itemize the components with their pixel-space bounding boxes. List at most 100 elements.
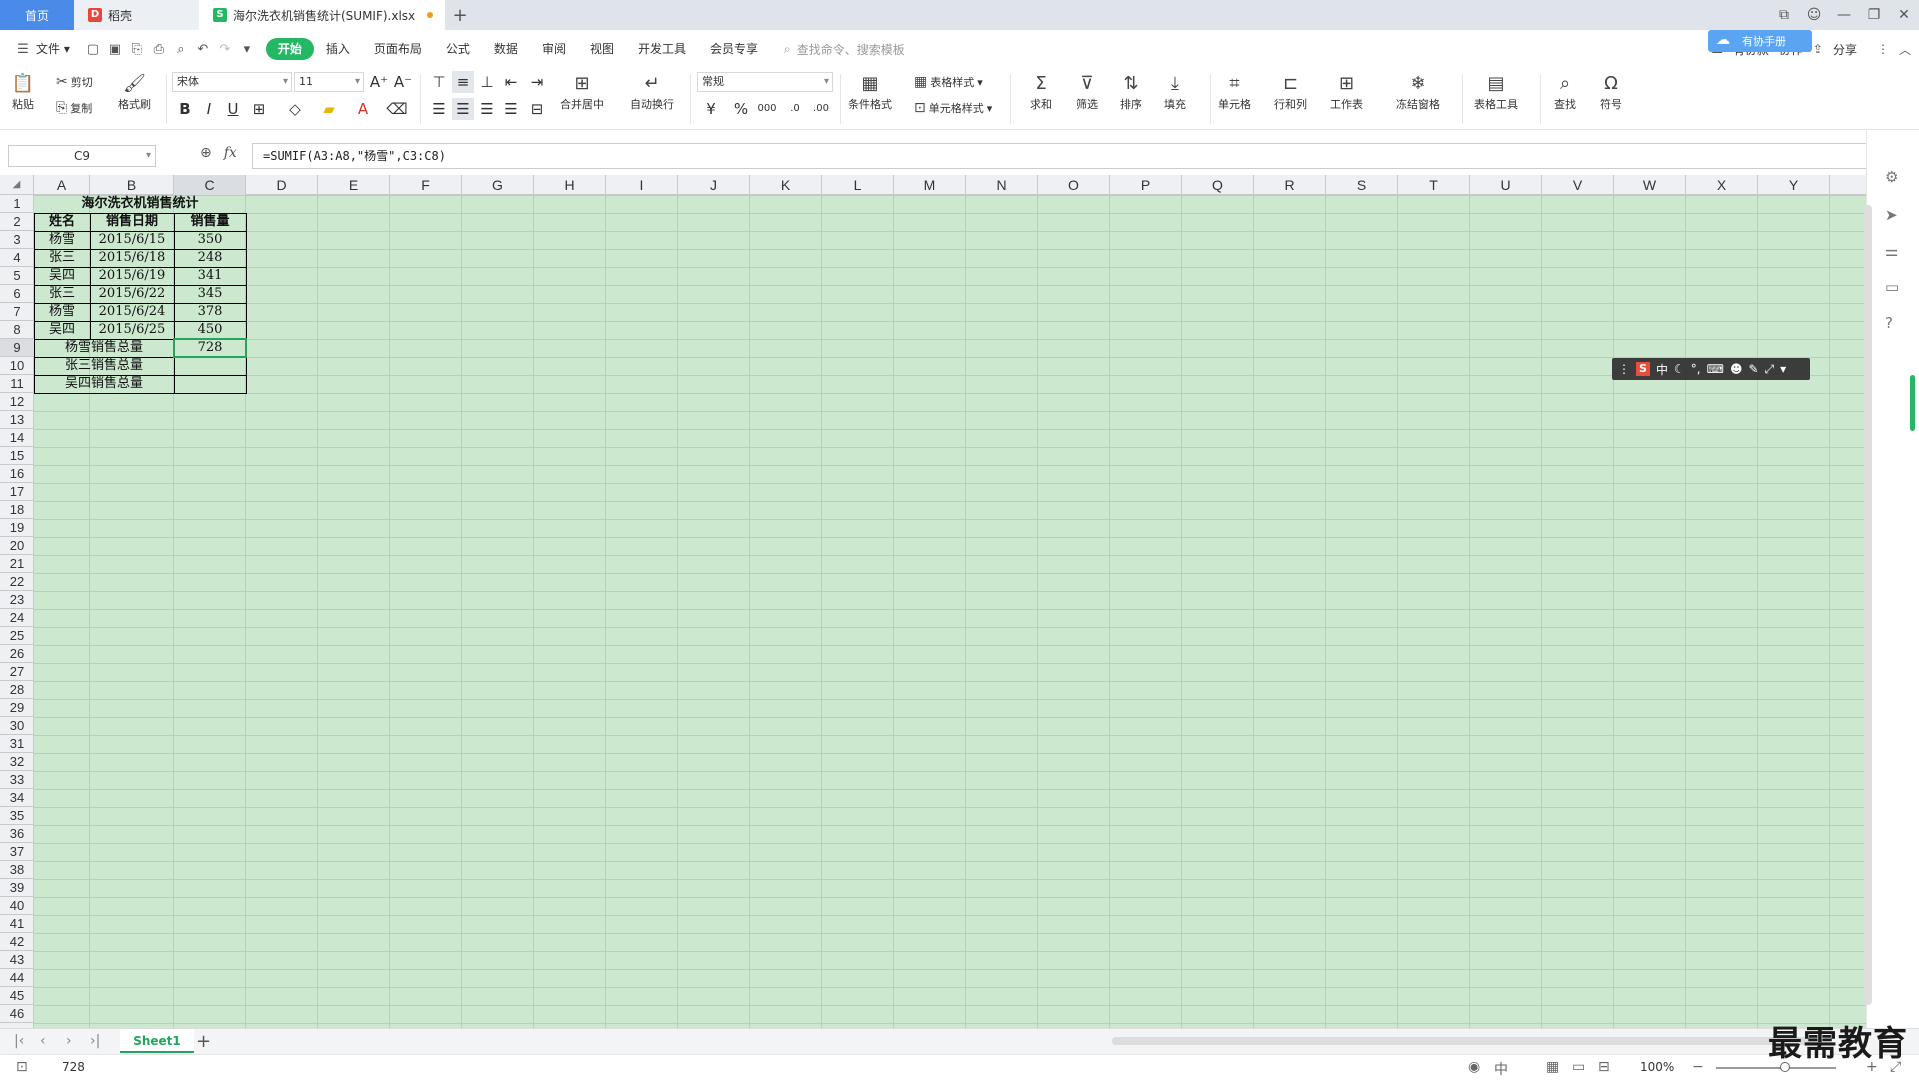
italic-button[interactable]: I <box>198 98 220 120</box>
row-header[interactable]: 38 <box>0 861 34 879</box>
print-icon[interactable]: ⎙ <box>148 38 170 60</box>
restore-button[interactable]: ❐ <box>1859 7 1889 23</box>
table-cell[interactable]: 350 <box>174 231 246 249</box>
save-icon[interactable]: ▣ <box>104 38 126 60</box>
menu-icon[interactable]: ☰ <box>12 38 34 60</box>
row-header[interactable]: 23 <box>0 591 34 609</box>
help-icon[interactable]: ? <box>1885 314 1893 332</box>
row-header[interactable]: 41 <box>0 915 34 933</box>
row-header[interactable]: 24 <box>0 609 34 627</box>
undo-icon[interactable]: ↶ <box>192 38 214 60</box>
table-cell[interactable]: 张三 <box>34 285 90 303</box>
table-header-cell[interactable]: 销售日期 <box>90 213 174 231</box>
zoom-out-icon[interactable]: − <box>1692 1059 1704 1075</box>
column-header[interactable]: O <box>1038 175 1110 195</box>
column-header[interactable]: T <box>1398 175 1470 195</box>
row-header[interactable]: 9 <box>0 339 34 357</box>
row-col-button[interactable]: ⊏ 行和列 <box>1274 70 1307 112</box>
row-header[interactable]: 32 <box>0 753 34 771</box>
number-format-select[interactable]: 常规 <box>697 72 833 92</box>
macro-icon[interactable]: ⊡ <box>16 1059 28 1075</box>
tab-formula[interactable]: 公式 <box>434 38 482 60</box>
table-cell[interactable]: 2015/6/19 <box>90 267 174 285</box>
zoom-formula-icon[interactable]: ⊕ <box>200 145 212 161</box>
worksheet-button[interactable]: ⊞ 工作表 <box>1330 70 1363 112</box>
zoom-level[interactable]: 100% <box>1640 1060 1674 1074</box>
row-header[interactable]: 20 <box>0 537 34 555</box>
row-header[interactable]: 15 <box>0 447 34 465</box>
row-header[interactable]: 39 <box>0 879 34 897</box>
row-header[interactable]: 11 <box>0 375 34 393</box>
cursor-icon[interactable]: ➤ <box>1885 206 1898 224</box>
row-header[interactable]: 12 <box>0 393 34 411</box>
column-header[interactable]: C <box>174 175 246 195</box>
file-menu[interactable]: 文件 ▾ <box>34 38 82 60</box>
layout-icon[interactable]: ⧉ <box>1769 7 1799 23</box>
avatar-icon[interactable]: ☺ <box>1799 7 1829 23</box>
row-header[interactable]: 27 <box>0 663 34 681</box>
column-header[interactable]: A <box>34 175 90 195</box>
decrease-decimal-icon[interactable]: .00 <box>810 98 832 120</box>
expand-icon[interactable]: ⤢ <box>1765 362 1775 377</box>
column-header[interactable]: F <box>390 175 462 195</box>
column-header[interactable]: P <box>1110 175 1182 195</box>
cell-style-button[interactable]: ⊡ 单元格样式 ▾ <box>914 100 992 116</box>
eraser-icon[interactable]: ⌫ <box>386 98 408 120</box>
font-color-icon[interactable]: A <box>352 98 374 120</box>
ime-status-icon[interactable]: 中 <box>1494 1059 1508 1079</box>
cell-grid[interactable]: 海尔洗衣机销售统计 姓名 销售日期 销售量 杨雪 2015/6/15 350 张三 2015/6… <box>34 195 1866 1028</box>
sliders-icon[interactable]: ⚌ <box>1885 242 1898 260</box>
user-icon[interactable]: ☻ <box>1730 362 1743 376</box>
minimize-button[interactable]: — <box>1829 7 1859 23</box>
cell-button[interactable]: ⌗ 单元格 <box>1218 70 1251 112</box>
copy-button[interactable]: ⎘ 复制 <box>56 100 92 116</box>
table-cell[interactable]: 张三 <box>34 249 90 267</box>
page-break-view-icon[interactable]: ⊟ <box>1598 1059 1610 1075</box>
row-header[interactable]: 6 <box>0 285 34 303</box>
more-icon[interactable]: ⋮ <box>1877 42 1889 56</box>
conditional-format-button[interactable]: ▦ 条件格式 <box>848 70 892 112</box>
font-name-select[interactable]: 宋体 <box>172 72 292 92</box>
justify-icon[interactable]: ☰ <box>500 98 522 120</box>
last-sheet-icon[interactable]: ›| <box>90 1033 100 1049</box>
align-center-icon[interactable]: ☰ <box>452 98 474 120</box>
sum-button[interactable]: Σ 求和 <box>1028 70 1054 112</box>
cut-button[interactable]: ✂ 剪切 <box>56 74 93 90</box>
column-header[interactable]: X <box>1686 175 1758 195</box>
column-header[interactable]: G <box>462 175 534 195</box>
row-header[interactable]: 5 <box>0 267 34 285</box>
column-header[interactable]: N <box>966 175 1038 195</box>
tab-docer[interactable]: D 稻壳 <box>74 0 199 30</box>
row-header[interactable]: 3 <box>0 231 34 249</box>
column-header[interactable]: B <box>90 175 174 195</box>
row-header[interactable]: 44 <box>0 969 34 987</box>
column-header[interactable]: Q <box>1182 175 1254 195</box>
increase-font-icon[interactable]: A⁺ <box>368 71 390 93</box>
align-top-icon[interactable]: ⊤ <box>428 71 450 93</box>
row-header[interactable]: 40 <box>0 897 34 915</box>
doc-icon[interactable]: ▭ <box>1885 278 1899 296</box>
table-tools-button[interactable]: ▤ 表格工具 <box>1474 70 1518 112</box>
freeze-pane-button[interactable]: ❄ 冻结窗格 <box>1396 70 1440 112</box>
column-header[interactable]: Y <box>1758 175 1830 195</box>
tab-start[interactable]: 开始 <box>265 38 314 60</box>
eye-icon[interactable]: ◉ <box>1468 1059 1480 1075</box>
row-header[interactable]: 22 <box>0 573 34 591</box>
total-label-cell[interactable]: 杨雪销售总量 <box>34 339 174 357</box>
fill-button[interactable]: ⤓ 填充 <box>1162 70 1188 112</box>
ime-menu-icon[interactable]: ▾ <box>1780 362 1786 376</box>
row-header[interactable]: 43 <box>0 951 34 969</box>
table-header-cell[interactable]: 销售量 <box>174 213 246 231</box>
row-header[interactable]: 10 <box>0 357 34 375</box>
column-header[interactable]: W <box>1614 175 1686 195</box>
table-cell[interactable]: 2015/6/15 <box>90 231 174 249</box>
redo-icon[interactable]: ↷ <box>214 38 236 60</box>
column-header[interactable]: L <box>822 175 894 195</box>
distribute-icon[interactable]: ⊟ <box>526 98 548 120</box>
row-header[interactable]: 29 <box>0 699 34 717</box>
align-middle-icon[interactable]: ≡ <box>452 71 474 93</box>
table-cell[interactable]: 杨雪 <box>34 303 90 321</box>
row-header[interactable]: 18 <box>0 501 34 519</box>
underline-button[interactable]: U <box>222 98 244 120</box>
row-header[interactable]: 17 <box>0 483 34 501</box>
